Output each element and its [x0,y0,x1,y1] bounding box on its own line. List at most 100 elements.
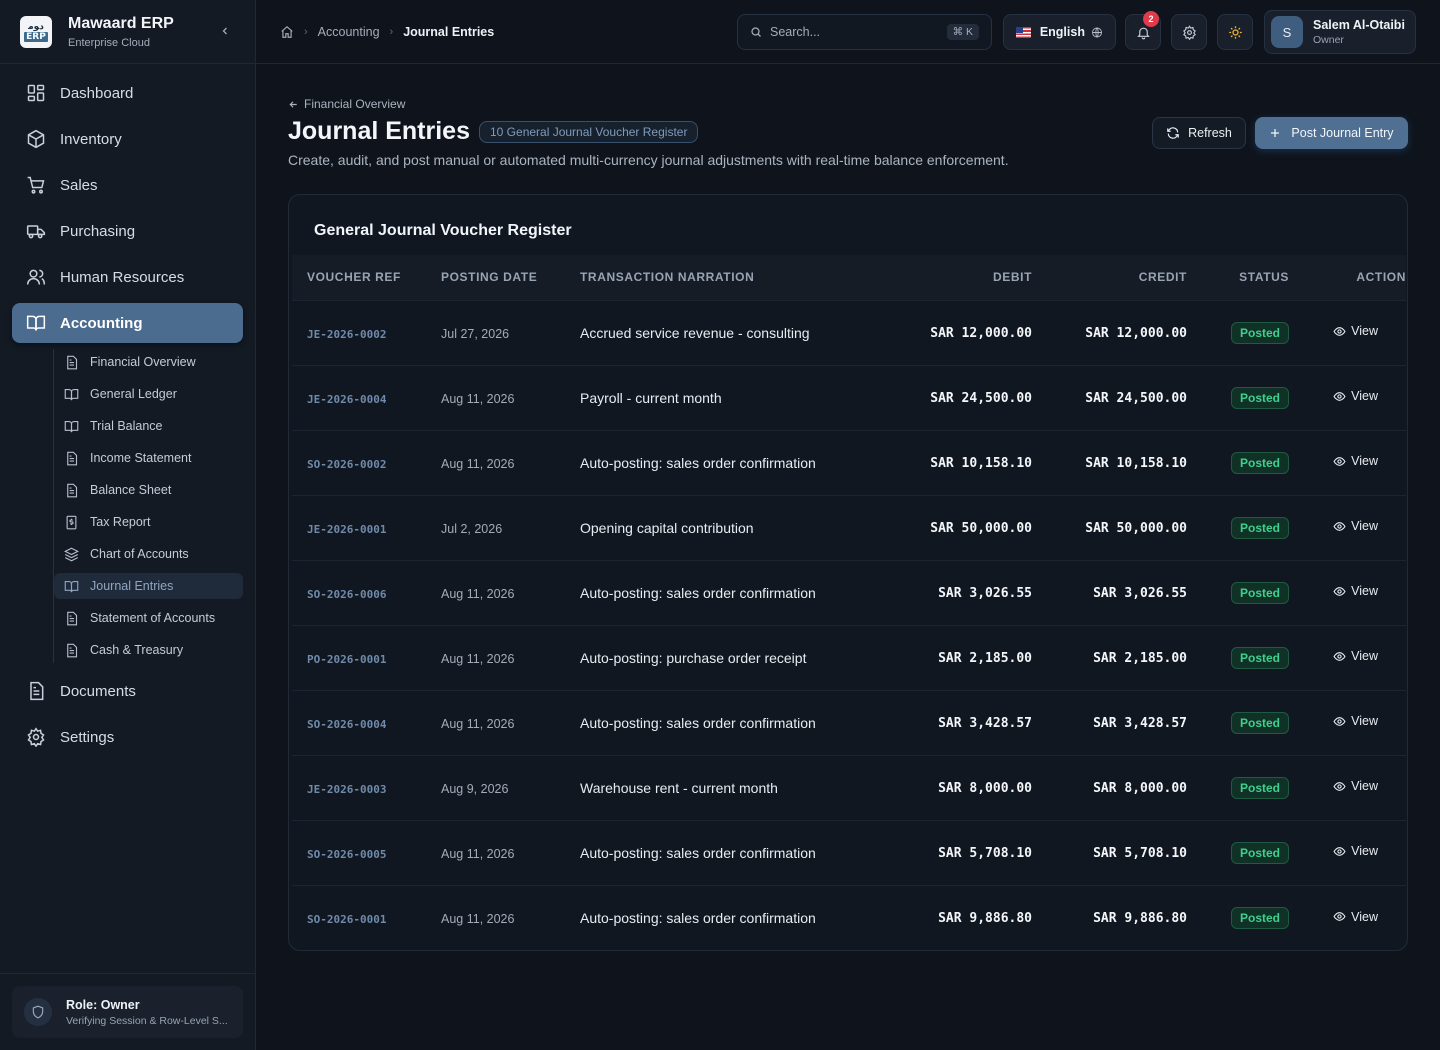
view-button[interactable]: View [1333,519,1378,533]
voucher-ref-link[interactable]: SO-2026-0005 [307,848,386,861]
shield-icon [24,998,52,1026]
avatar: S [1271,16,1303,48]
column-header-action: ACTION [1356,270,1406,285]
subnav-item-journal-entries[interactable]: Journal Entries [54,573,243,599]
voucher-ref-link[interactable]: JE-2026-0003 [307,783,386,796]
document-icon [30,681,44,701]
search-placeholder: Search... [770,25,821,39]
voucher-ref-link[interactable]: PO-2026-0001 [307,653,386,666]
nav-item-human-resources[interactable]: Human Resources [12,257,243,297]
user-menu[interactable]: S Salem Al-Otaibi Owner [1264,10,1416,54]
nav-item-dashboard[interactable]: Dashboard [12,73,243,113]
status-badge: Posted [1230,581,1289,604]
post-journal-entry-button[interactable]: Post Journal Entry [1255,117,1408,149]
settings-button[interactable] [1171,14,1207,50]
view-button[interactable]: View [1333,910,1378,924]
subnav-label: Balance Sheet [90,483,172,497]
view-button[interactable]: View [1333,389,1378,403]
status-badge: Posted [1230,906,1289,929]
credit-amount: SAR 50,000.00 [1085,521,1187,536]
subnav-item-trial-balance[interactable]: Trial Balance [54,413,243,439]
notification-count-badge: 2 [1143,11,1159,27]
subnav-item-financial-overview[interactable]: Financial Overview [54,349,243,375]
theme-toggle-button[interactable] [1217,14,1253,50]
voucher-ref-link[interactable]: JE-2026-0004 [307,393,386,406]
gear-icon [27,727,45,747]
column-header-debit[interactable]: DEBIT [890,255,1032,300]
subnav-label: Chart of Accounts [90,547,189,561]
view-button[interactable]: View [1333,714,1378,728]
table-row[interactable]: SO-2026-0005 Aug 11, 2026 Auto-posting: … [292,819,1406,885]
collapse-sidebar-button[interactable] [215,24,235,40]
table-row[interactable]: JE-2026-0004 Aug 11, 2026 Payroll - curr… [292,364,1406,430]
subnav-item-balance-sheet[interactable]: Balance Sheet [54,477,243,503]
back-link[interactable]: Financial Overview [288,97,405,111]
eye-icon [1333,456,1346,466]
table-row[interactable]: SO-2026-0006 Aug 11, 2026 Auto-posting: … [292,559,1406,625]
voucher-ref-link[interactable]: JE-2026-0002 [307,328,386,341]
search-icon [751,27,761,37]
narration: Auto-posting: sales order confirmation [580,584,816,601]
column-header-posting-date[interactable]: POSTING DATE [441,255,580,300]
subnav-item-chart-of-accounts[interactable]: Chart of Accounts [54,541,243,567]
voucher-ref-link[interactable]: SO-2026-0001 [307,913,386,926]
nav-item-sales[interactable]: Sales [12,165,243,205]
table-row[interactable]: JE-2026-0003 Aug 9, 2026 Warehouse rent … [292,754,1406,820]
subnav-item-income-statement[interactable]: Income Statement [54,445,243,471]
view-button[interactable]: View [1333,779,1378,793]
subnav-label: Financial Overview [90,355,196,369]
view-button[interactable]: View [1333,454,1378,468]
voucher-ref-link[interactable]: SO-2026-0004 [307,718,386,731]
home-icon[interactable] [280,25,294,39]
column-header-voucher-ref[interactable]: VOUCHER REF [292,255,441,300]
status-badge: Posted [1230,516,1289,539]
eye-icon [1333,912,1346,921]
column-header-status[interactable]: STATUS [1187,255,1289,300]
debit-amount: SAR 3,026.55 [938,586,1032,601]
nav-item-accounting[interactable]: Accounting [12,303,243,343]
subnav-item-statement-of-accounts[interactable]: Statement of Accounts [54,605,243,631]
layers-icon [64,547,79,561]
book-open-icon [64,420,79,432]
voucher-ref-link[interactable]: SO-2026-0006 [307,588,386,601]
breadcrumb-accounting[interactable]: Accounting [318,25,380,39]
view-button[interactable]: View [1333,584,1378,598]
notifications-button[interactable]: 2 [1125,11,1161,50]
refresh-icon [1167,127,1179,139]
view-button[interactable]: View [1333,844,1378,858]
table-body: JE-2026-0002 Jul 27, 2026 Accrued servic… [292,299,1406,950]
view-button[interactable]: View [1333,324,1378,338]
voucher-ref-link[interactable]: SO-2026-0002 [307,458,386,471]
credit-amount: SAR 12,000.00 [1085,326,1187,341]
view-label: View [1351,324,1378,339]
posting-date: Jul 27, 2026 [441,326,510,341]
nav-label: Purchasing [60,222,136,240]
debit-amount: SAR 24,500.00 [930,391,1032,406]
voucher-ref-link[interactable]: JE-2026-0001 [307,523,386,536]
accounting-subnav: Financial Overview General Ledger Trial … [53,349,243,663]
column-header-narration[interactable]: TRANSACTION NARRATION [580,255,890,300]
subnav-label: General Ledger [90,387,177,401]
view-button[interactable]: View [1333,649,1378,663]
nav-item-settings[interactable]: Settings [12,717,243,757]
view-label: View [1351,454,1378,469]
eye-icon [1333,391,1346,401]
nav-item-inventory[interactable]: Inventory [12,119,243,159]
table-row[interactable]: PO-2026-0001 Aug 11, 2026 Auto-posting: … [292,624,1406,690]
table-row[interactable]: SO-2026-0004 Aug 11, 2026 Auto-posting: … [292,689,1406,755]
table-row[interactable]: SO-2026-0002 Aug 11, 2026 Auto-posting: … [292,429,1406,495]
user-role: Owner [1313,34,1344,46]
nav-label: Human Resources [60,268,185,286]
refresh-button[interactable]: Refresh [1152,117,1246,149]
nav-item-purchasing[interactable]: Purchasing [12,211,243,251]
search-input[interactable]: Search... ⌘ K [737,14,992,50]
subnav-item-general-ledger[interactable]: General Ledger [54,381,243,407]
subnav-item-tax-report[interactable]: Tax Report [54,509,243,535]
subnav-item-cash-treasury[interactable]: Cash & Treasury [54,637,243,663]
table-row[interactable]: SO-2026-0001 Aug 11, 2026 Auto-posting: … [292,884,1406,950]
table-row[interactable]: JE-2026-0002 Jul 27, 2026 Accrued servic… [292,299,1406,365]
table-row[interactable]: JE-2026-0001 Jul 2, 2026 Opening capital… [292,494,1406,560]
nav-item-documents[interactable]: Documents [12,671,243,711]
language-selector[interactable]: English [1003,14,1116,50]
column-header-credit[interactable]: CREDIT [1032,255,1187,300]
